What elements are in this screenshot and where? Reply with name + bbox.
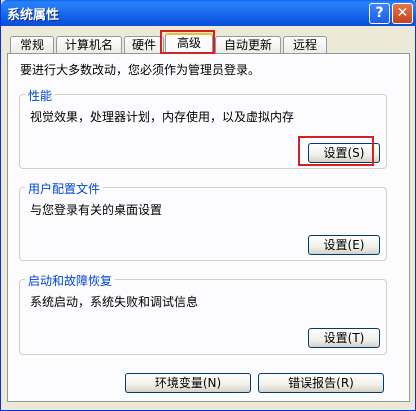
startup-recovery-settings-button[interactable]: 设置(T) <box>308 328 380 348</box>
help-button[interactable]: ? <box>369 3 390 24</box>
window-title: 系统属性 <box>7 8 60 23</box>
tab-remote[interactable]: 远程 <box>283 36 327 53</box>
tab-automatic-updates[interactable]: 自动更新 <box>215 36 281 53</box>
tab-hardware[interactable]: 硬件 <box>124 36 164 53</box>
user-profiles-group-title: 用户配置文件 <box>25 180 104 197</box>
performance-settings-button[interactable]: 设置(S) <box>308 143 380 163</box>
performance-description: 视觉效果，处理器计划，内存使用，以及虚拟内存 <box>30 110 295 124</box>
startup-recovery-description: 系统启动，系统失败和调试信息 <box>30 295 199 309</box>
tab-advanced[interactable]: 高级 <box>165 33 213 54</box>
admin-notice: 要进行大多数改动，您必须作为管理员登录。 <box>20 63 261 77</box>
system-properties-window: 系统属性 ? ✕ 常规 计算机名 硬件 高级 自动更新 远程 要进行大多数改动，… <box>0 0 416 411</box>
user-profiles-description: 与您登录有关的桌面设置 <box>30 203 163 217</box>
tab-computer-name[interactable]: 计算机名 <box>56 36 122 53</box>
startup-recovery-group-title: 启动和故障恢复 <box>25 272 116 289</box>
performance-group: 性能 视觉效果，处理器计划，内存使用，以及虚拟内存 设置(S) <box>19 87 387 169</box>
startup-recovery-group: 启动和故障恢复 系统启动，系统失败和调试信息 设置(T) <box>19 272 387 355</box>
advanced-tab-panel: 要进行大多数改动，您必须作为管理员登录。 性能 视觉效果，处理器计划，内存使用，… <box>7 53 410 402</box>
close-icon: ✕ <box>396 5 409 21</box>
tab-general[interactable]: 常规 <box>10 36 54 53</box>
close-button[interactable]: ✕ <box>392 3 413 24</box>
user-profiles-settings-button[interactable]: 设置(E) <box>308 235 380 255</box>
environment-variables-button[interactable]: 环境变量(N) <box>125 373 251 393</box>
help-icon: ? <box>375 5 384 21</box>
error-reporting-button[interactable]: 错误报告(R) <box>258 373 384 393</box>
title-bar[interactable]: 系统属性 ? ✕ <box>1 0 416 26</box>
tab-strip: 常规 计算机名 硬件 高级 自动更新 远程 <box>7 33 411 54</box>
performance-group-title: 性能 <box>25 87 56 104</box>
user-profiles-group: 用户配置文件 与您登录有关的桌面设置 设置(E) <box>19 180 387 261</box>
